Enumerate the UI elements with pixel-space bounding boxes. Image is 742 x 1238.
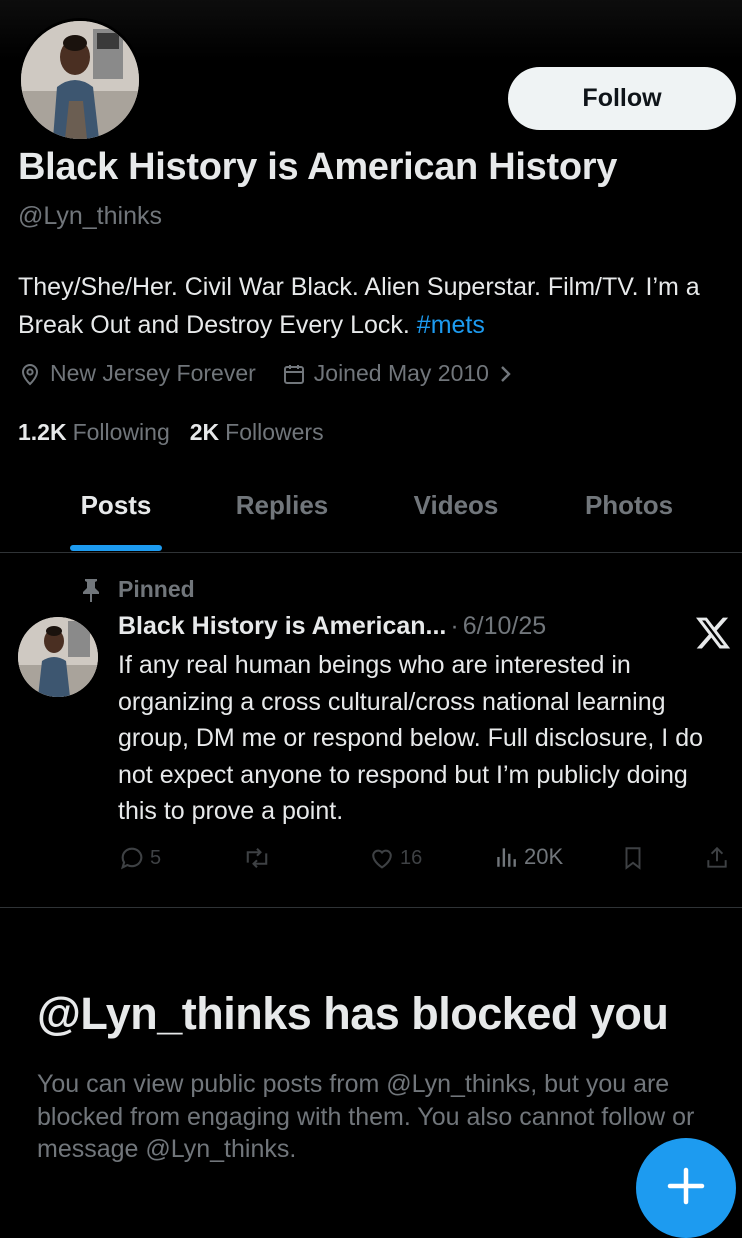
share-button[interactable] (704, 844, 734, 872)
profile-meta: New Jersey Forever Joined May 2010 (18, 360, 521, 387)
blocked-description: You can view public posts from @Lyn_thin… (37, 1070, 695, 1163)
post-actions: 5 16 20K (118, 844, 738, 878)
bio-hashtag-link[interactable]: #mets (417, 311, 485, 339)
post-header: Black History is American... · 6/10/25 (118, 612, 546, 641)
profile-handle: @Lyn_thinks (18, 202, 162, 230)
followers-label: Followers (225, 419, 324, 445)
chevron-right-icon[interactable] (499, 364, 513, 384)
like-button[interactable]: 16 (368, 844, 422, 872)
profile-location: New Jersey Forever (50, 360, 256, 386)
like-count: 16 (400, 846, 423, 869)
follow-button[interactable]: Follow (508, 67, 736, 130)
plus-icon (664, 1138, 708, 1211)
post-text: If any real human beings who are interes… (118, 651, 703, 825)
profile-avatar[interactable] (18, 18, 142, 142)
tab-replies[interactable]: Replies (236, 490, 329, 521)
reply-button[interactable]: 5 (118, 844, 161, 872)
post-author-name[interactable]: Black History is American... (118, 612, 446, 641)
followers-link[interactable]: 2K Followers (190, 419, 324, 446)
tab-photos[interactable]: Photos (585, 490, 673, 521)
views-icon (494, 844, 520, 870)
profile-bio: They/She/Her. Civil War Black. Alien Sup… (18, 268, 733, 344)
compose-post-button[interactable] (636, 1138, 736, 1238)
reply-icon (118, 844, 146, 872)
pinned-indicator: Pinned (80, 576, 195, 603)
pinned-label: Pinned (118, 576, 195, 602)
bookmark-button[interactable] (620, 844, 650, 872)
profile-display-name: Black History is American History (18, 146, 618, 188)
share-icon (704, 844, 730, 872)
post-divider (0, 907, 742, 908)
following-link[interactable]: 1.2K Following (18, 419, 170, 446)
following-label: Following (72, 419, 170, 445)
post-separator: · (450, 612, 459, 640)
followers-count: 2K (189, 419, 220, 445)
following-count: 1.2K (18, 419, 67, 445)
profile-counts: 1.2K Following 2K Followers (18, 419, 324, 446)
pin-icon (80, 577, 102, 603)
profile-joined-link[interactable]: Joined May 2010 (314, 360, 489, 387)
blocked-title: @Lyn_thinks has blocked you (37, 988, 669, 1039)
repost-button[interactable] (242, 844, 276, 872)
tab-videos[interactable]: Videos (414, 490, 499, 521)
repost-icon (242, 844, 272, 872)
post-author-avatar[interactable] (18, 617, 98, 697)
profile-tabs: Posts Replies Videos Photos (0, 474, 742, 553)
tab-posts[interactable]: Posts (81, 490, 152, 521)
location-pin-icon (18, 362, 42, 386)
active-tab-indicator (70, 545, 162, 551)
heart-icon (368, 844, 396, 872)
reply-count: 5 (150, 846, 162, 869)
bio-text: They/She/Her. Civil War Black. Alien Sup… (18, 273, 700, 339)
post-date[interactable]: 6/10/25 (463, 612, 546, 641)
calendar-icon (282, 362, 306, 386)
views-button[interactable]: 20K (494, 844, 563, 870)
bookmark-icon (620, 844, 646, 872)
views-count: 20K (524, 844, 564, 869)
